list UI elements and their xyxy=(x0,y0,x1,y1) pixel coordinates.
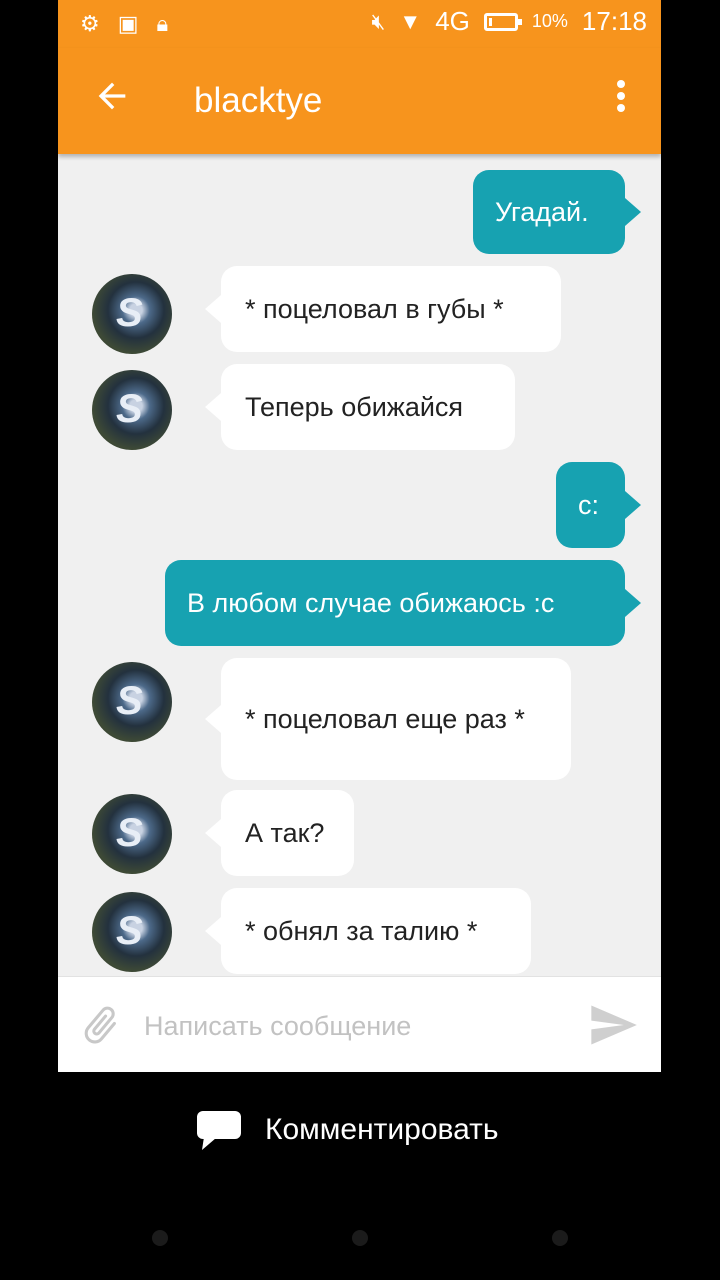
message-text: В любом случае обижаюсь :с xyxy=(187,588,555,618)
message-list[interactable]: Угадай. S * поцеловал в губы * S Теперь … xyxy=(58,154,661,976)
message-text: * поцеловал еще раз * xyxy=(245,704,525,734)
chat-title: blacktye xyxy=(194,81,323,120)
speech-bubble-icon xyxy=(197,1111,241,1150)
avatar[interactable]: S xyxy=(92,274,172,354)
message-composer xyxy=(58,976,661,1072)
comment-label: Комментировать xyxy=(265,1113,499,1146)
message-input[interactable] xyxy=(142,1003,566,1049)
message-bubble[interactable]: В любом случае обижаюсь :с xyxy=(165,560,641,646)
message-bubble[interactable]: * поцеловал еще раз * xyxy=(205,658,571,780)
mute-icon: 🔇︎ xyxy=(371,8,386,34)
overflow-menu-button[interactable] xyxy=(609,76,633,124)
message-bubble[interactable]: Угадай. xyxy=(473,170,641,254)
avatar[interactable]: S xyxy=(92,662,172,742)
send-button[interactable] xyxy=(587,999,639,1051)
message-text: Теперь обижайся xyxy=(245,392,464,422)
status-notification-icons: ⚙ ▣ 🔒︎ xyxy=(80,12,168,36)
send-icon xyxy=(591,1005,637,1045)
nav-button-right[interactable] xyxy=(552,1230,568,1246)
avatar[interactable]: S xyxy=(92,892,172,972)
clock: 17:18 xyxy=(581,6,647,36)
message-bubble[interactable]: * обнял за талию * xyxy=(205,888,531,974)
network-type: 4G xyxy=(435,6,470,36)
message-bubble[interactable]: А так? xyxy=(205,790,354,876)
status-system-icons: 🔇︎ ▼ 4G 10% 17:18 xyxy=(372,6,647,37)
attach-button[interactable] xyxy=(78,1001,124,1051)
toolbar: blacktye xyxy=(58,48,661,154)
nav-button-home[interactable] xyxy=(352,1230,368,1246)
wifi-icon: ▼ xyxy=(399,8,422,34)
more-vertical-icon xyxy=(617,80,625,112)
app-screen: ⚙ ▣ 🔒︎ 🔇︎ ▼ 4G 10% 17:18 blacktye Угадай… xyxy=(58,0,661,1072)
battery-percent: 10% xyxy=(531,11,568,31)
message-text: с: xyxy=(578,490,600,520)
message-bubble[interactable]: с: xyxy=(556,462,641,548)
avatar[interactable]: S xyxy=(92,370,172,450)
settings-notification-icon: ⚙ xyxy=(80,11,100,36)
comment-button[interactable]: Комментировать xyxy=(0,1100,720,1160)
message-text: А так? xyxy=(245,818,325,848)
message-text: * обнял за талию * xyxy=(245,916,478,946)
image-notification-icon: ▣ xyxy=(117,11,139,36)
lock-notification-icon: 🔒︎ xyxy=(156,11,169,36)
status-bar: ⚙ ▣ 🔒︎ 🔇︎ ▼ 4G 10% 17:18 xyxy=(58,0,661,48)
nav-button-left[interactable] xyxy=(152,1230,168,1246)
back-button[interactable] xyxy=(88,76,136,124)
arrow-left-icon xyxy=(98,82,126,110)
paperclip-icon xyxy=(84,1006,116,1044)
message-bubble[interactable]: Теперь обижайся xyxy=(205,364,515,450)
battery-icon xyxy=(483,12,522,31)
message-text: * поцеловал в губы * xyxy=(245,294,504,324)
message-text: Угадай. xyxy=(495,197,589,227)
avatar[interactable]: S xyxy=(92,794,172,874)
message-bubble[interactable]: * поцеловал в губы * xyxy=(205,266,561,352)
